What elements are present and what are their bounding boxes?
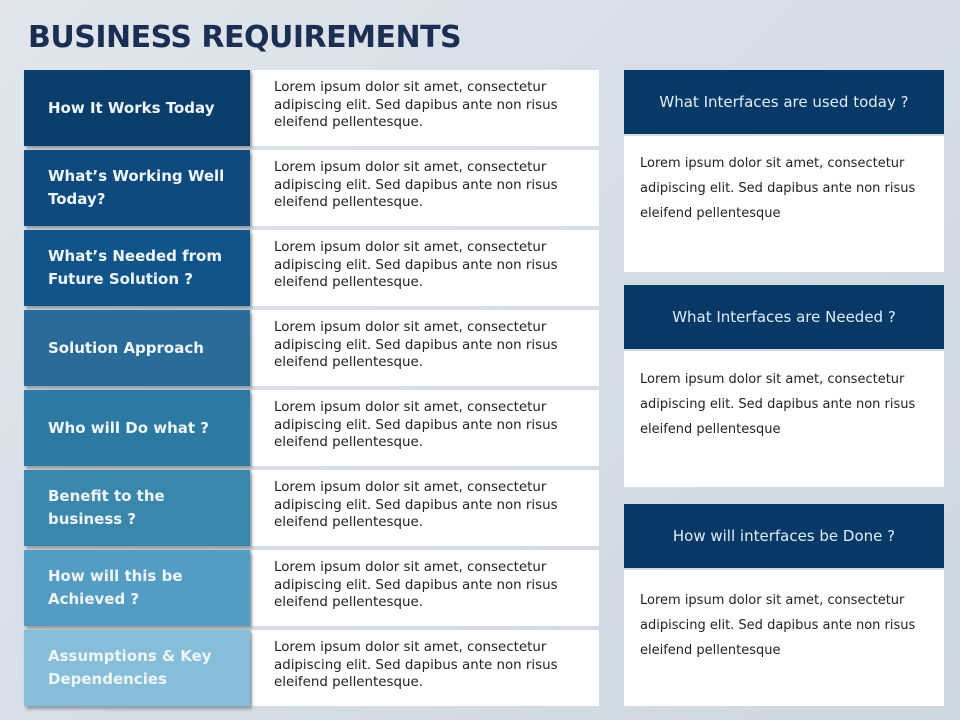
requirement-label: How will this be Achieved ?	[24, 550, 250, 626]
requirement-row: How It Works Today Lorem ipsum dolor sit…	[24, 70, 599, 146]
requirement-row: Benefit to the business ? Lorem ipsum do…	[24, 470, 599, 546]
panel-title: What Interfaces are Needed ?	[624, 285, 944, 349]
interfaces-today-panel: What Interfaces are used today ? Lorem i…	[624, 70, 944, 272]
requirement-label: What’s Working Well Today?	[24, 150, 250, 226]
interfaces-needed-panel: What Interfaces are Needed ? Lorem ipsum…	[624, 285, 944, 487]
requirement-description: Lorem ipsum dolor sit amet, consectetur …	[252, 310, 599, 386]
panel-text: Lorem ipsum dolor sit amet, consectetur …	[624, 570, 944, 706]
panel-title: What Interfaces are used today ?	[624, 70, 944, 134]
requirement-description: Lorem ipsum dolor sit amet, consectetur …	[252, 390, 599, 466]
panel-text: Lorem ipsum dolor sit amet, consectetur …	[624, 136, 944, 272]
requirement-label: Benefit to the business ?	[24, 470, 250, 546]
requirement-label: Assumptions & Key Dependencies	[24, 630, 250, 706]
requirement-label: How It Works Today	[24, 70, 250, 146]
requirement-label: What’s Needed from Future Solution ?	[24, 230, 250, 306]
requirement-description: Lorem ipsum dolor sit amet, consectetur …	[252, 150, 599, 226]
requirement-description: Lorem ipsum dolor sit amet, consectetur …	[252, 70, 599, 146]
requirement-row: How will this be Achieved ? Lorem ipsum …	[24, 550, 599, 626]
requirement-row: What’s Needed from Future Solution ? Lor…	[24, 230, 599, 306]
requirement-label: Who will Do what ?	[24, 390, 250, 466]
requirement-row: Who will Do what ? Lorem ipsum dolor sit…	[24, 390, 599, 466]
requirement-row: Assumptions & Key Dependencies Lorem ips…	[24, 630, 599, 706]
requirement-description: Lorem ipsum dolor sit amet, consectetur …	[252, 230, 599, 306]
page-title: BUSINESS REQUIREMENTS	[28, 20, 462, 55]
requirement-label: Solution Approach	[24, 310, 250, 386]
interfaces-done-panel: How will interfaces be Done ? Lorem ipsu…	[624, 504, 944, 706]
requirement-description: Lorem ipsum dolor sit amet, consectetur …	[252, 630, 599, 706]
requirement-row: What’s Working Well Today? Lorem ipsum d…	[24, 150, 599, 226]
requirement-description: Lorem ipsum dolor sit amet, consectetur …	[252, 550, 599, 626]
panel-text: Lorem ipsum dolor sit amet, consectetur …	[624, 351, 944, 487]
requirement-description: Lorem ipsum dolor sit amet, consectetur …	[252, 470, 599, 546]
requirement-row: Solution Approach Lorem ipsum dolor sit …	[24, 310, 599, 386]
panel-title: How will interfaces be Done ?	[624, 504, 944, 568]
